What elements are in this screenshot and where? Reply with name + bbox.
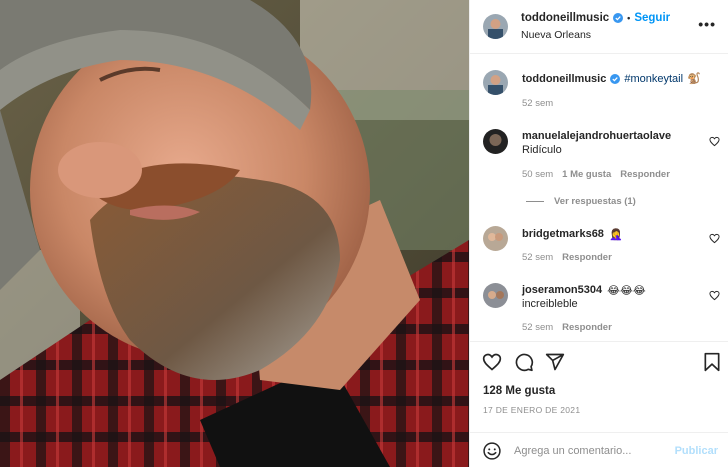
comment-user[interactable]: manuelalejandrohuertaolave — [522, 130, 671, 142]
comment-user[interactable]: joseramon5304 — [522, 284, 602, 297]
caption-author[interactable]: toddoneillmusic — [522, 73, 606, 85]
post-panel: toddoneillmusic • Seguir Nueva Orleans •… — [469, 0, 728, 467]
comments-list[interactable]: toddoneillmusic #monkeytail 🐒 52 sem man… — [470, 55, 728, 341]
comment-time[interactable]: 52 sem — [522, 252, 553, 263]
commenter-avatar[interactable] — [483, 283, 508, 308]
author-row: toddoneillmusic • Seguir — [521, 12, 670, 24]
reply-button[interactable]: Responder — [620, 169, 670, 180]
add-comment-bar: Publicar — [470, 432, 728, 467]
comment-text: 😂😂😂 — [607, 285, 646, 297]
hashtag-link[interactable]: #monkeytail — [624, 73, 683, 85]
comment-text: Ridículo — [522, 144, 562, 156]
comment-like-icon[interactable] — [709, 233, 720, 244]
caption-time[interactable]: 52 sem — [522, 98, 553, 109]
comment-body: bridgetmarks68 🤦‍♀️ — [522, 228, 623, 241]
comment-subtext: increibleble — [522, 298, 578, 310]
selfie-image — [0, 0, 469, 467]
emoji-icon[interactable] — [482, 441, 502, 461]
reply-button[interactable]: Responder — [562, 322, 612, 333]
separator-dot: • — [627, 13, 631, 23]
author-avatar[interactable] — [483, 14, 508, 39]
comment-user[interactable]: bridgetmarks68 — [522, 228, 604, 241]
post-date[interactable]: 17 DE ENERO DE 2021 — [483, 405, 580, 415]
comment-meta: 52 sem Responder — [522, 252, 612, 263]
author-name[interactable]: toddoneillmusic — [521, 12, 609, 24]
like-count[interactable]: 128 Me gusta — [483, 385, 555, 397]
view-replies-label: Ver respuestas (1) — [554, 196, 636, 207]
replies-rule — [526, 201, 544, 202]
post-actions: 128 Me gusta 17 DE ENERO DE 2021 Publica… — [470, 341, 728, 467]
caption-emoji: 🐒 — [687, 73, 701, 85]
comment-text: 🤦‍♀️ — [608, 229, 623, 241]
comment-input[interactable] — [514, 441, 664, 461]
comment-body: joseramon5304 😂😂😂 — [522, 284, 646, 297]
comment-like-icon[interactable] — [709, 290, 720, 301]
caption-text: toddoneillmusic #monkeytail 🐒 — [522, 72, 701, 86]
comment-time[interactable]: 52 sem — [522, 322, 553, 333]
follow-button[interactable]: Seguir — [634, 12, 670, 24]
more-icon[interactable]: ••• — [698, 16, 716, 32]
view-replies-button[interactable]: Ver respuestas (1) — [526, 196, 636, 207]
heart-icon[interactable] — [482, 352, 502, 372]
caption-meta: 52 sem — [522, 98, 553, 109]
caption-avatar[interactable] — [483, 70, 508, 95]
post-header: toddoneillmusic • Seguir Nueva Orleans •… — [470, 0, 728, 54]
verified-icon — [613, 13, 624, 23]
post-photo[interactable] — [0, 0, 469, 467]
reply-button[interactable]: Responder — [562, 252, 612, 263]
publish-button[interactable]: Publicar — [675, 445, 718, 457]
comment-time[interactable]: 50 sem — [522, 169, 553, 180]
commenter-avatar[interactable] — [483, 129, 508, 154]
verified-icon — [610, 73, 621, 84]
share-icon[interactable] — [545, 352, 565, 372]
comment-meta: 50 sem 1 Me gusta Responder — [522, 169, 670, 180]
post-location[interactable]: Nueva Orleans — [521, 29, 591, 41]
bookmark-icon[interactable] — [702, 352, 722, 372]
comment-meta: 52 sem Responder — [522, 322, 612, 333]
commenter-avatar[interactable] — [483, 226, 508, 251]
comment-like-icon[interactable] — [709, 136, 720, 147]
comment-icon[interactable] — [514, 352, 534, 372]
comment-likes[interactable]: 1 Me gusta — [562, 169, 611, 180]
